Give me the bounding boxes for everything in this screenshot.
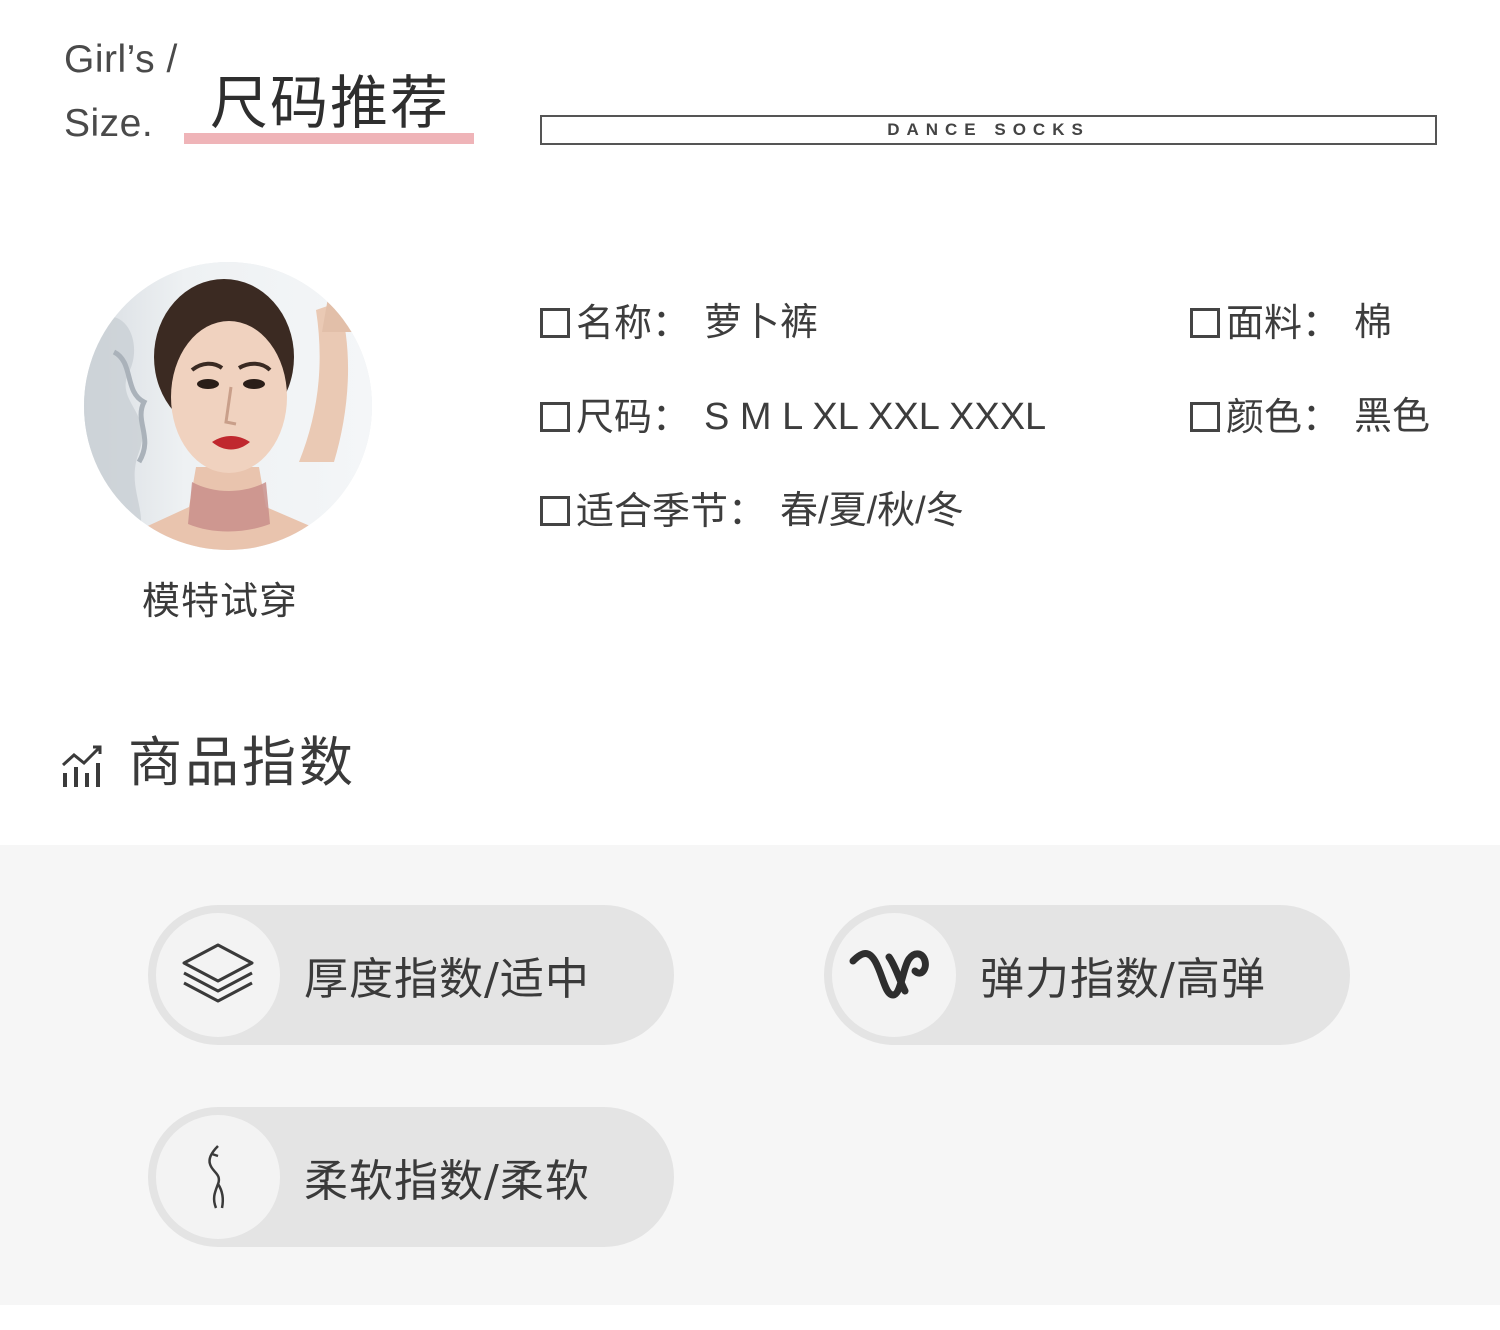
index-item-text: 弹力指数/高弹	[980, 954, 1266, 1005]
spec-size: 尺码： S M L XL XXL XXXL	[540, 398, 1046, 436]
model-avatar	[84, 262, 372, 550]
header-english-line1: Girl’s /	[64, 38, 178, 81]
index-icon-circle	[156, 913, 280, 1037]
spec-value: 黑色	[1354, 396, 1431, 438]
index-item-thickness: 厚度指数/适中	[148, 905, 674, 1045]
spec-label: 面料：	[1226, 301, 1341, 345]
page-title: 尺码推荐	[210, 69, 451, 137]
dance-socks-banner: DANCE SOCKS	[540, 115, 1437, 145]
spec-value: S M L XL XXL XXXL	[704, 396, 1047, 438]
spec-value: 春/夏/秋/冬	[780, 490, 964, 532]
model-portrait-image	[84, 262, 372, 550]
index-item-softness: 柔软指数/柔软	[148, 1107, 674, 1247]
model-caption: 模特试穿	[142, 579, 299, 623]
spec-name: 名称： 萝卜裤	[540, 304, 818, 342]
spec-label: 颜色：	[1226, 395, 1341, 439]
checkbox-square-icon	[540, 402, 570, 432]
checkbox-square-icon	[540, 496, 570, 526]
banner-text: DANCE SOCKS	[887, 120, 1090, 139]
chart-bars-icon	[61, 745, 102, 787]
section-title-product-index: 商品指数	[128, 731, 356, 794]
checkbox-square-icon	[1190, 402, 1220, 432]
index-icon-circle	[832, 913, 956, 1037]
spec-label: 名称：	[576, 301, 691, 345]
spec-value: 棉	[1354, 302, 1393, 344]
checkbox-square-icon	[1190, 308, 1220, 338]
spec-label: 适合季节：	[576, 489, 767, 533]
feather-soft-icon	[208, 1145, 225, 1209]
spec-fabric: 面料： 棉	[1190, 304, 1392, 342]
spec-season: 适合季节： 春/夏/秋/冬	[540, 492, 964, 530]
spec-value: 萝卜裤	[704, 302, 819, 344]
layers-icon	[182, 943, 254, 1003]
header-english-line2: Size.	[64, 102, 154, 145]
index-item-elasticity: 弹力指数/高弹	[824, 905, 1350, 1045]
product-index-panel: 厚度指数/适中 弹力指数/高弹 柔软指数/柔软	[0, 845, 1500, 1305]
spec-color: 颜色： 黑色	[1190, 398, 1430, 436]
checkbox-square-icon	[540, 308, 570, 338]
index-item-text: 厚度指数/适中	[304, 954, 590, 1005]
spec-label: 尺码：	[576, 395, 691, 439]
index-icon-circle	[156, 1115, 280, 1239]
index-item-text: 柔软指数/柔软	[304, 1156, 590, 1207]
wave-stretch-icon	[849, 950, 929, 999]
